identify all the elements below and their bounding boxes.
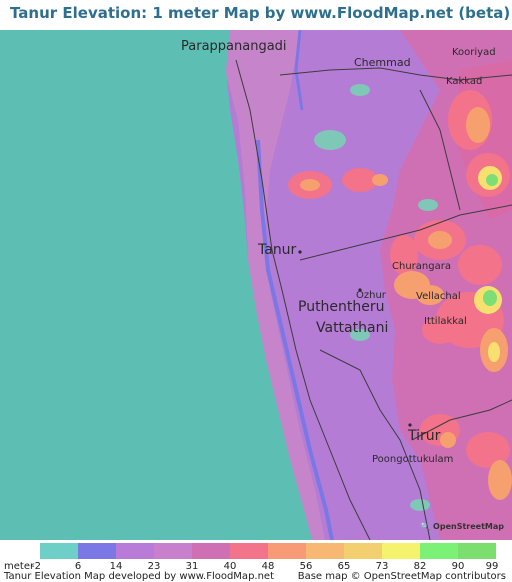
place-label-chemmad: Chemmad [354, 56, 411, 69]
basemap-attribution[interactable]: Base map © OpenStreetMap contributors [298, 571, 506, 582]
elevation-legend: meter -2 6 14 23 31 40 48 56 65 73 82 90… [0, 540, 512, 582]
legend-swatch [40, 543, 78, 559]
legend-swatch [344, 543, 382, 559]
footer-credit: Tanur Elevation Map developed by www.Flo… [4, 571, 274, 582]
legend-swatch [154, 543, 192, 559]
higher-spot [466, 107, 490, 143]
place-label-vattathani: Vattathani [316, 320, 388, 336]
high-spot [458, 245, 502, 285]
place-label-kooriyad: Kooriyad [452, 47, 496, 58]
legend-swatch [382, 543, 420, 559]
wetland-patch [418, 199, 438, 211]
magnifier-icon: 🔍 [420, 522, 431, 531]
legend-swatch [268, 543, 306, 559]
legend-swatch [420, 543, 458, 559]
top-spot [486, 174, 498, 186]
peak-spot [488, 342, 500, 362]
legend-swatch [306, 543, 344, 559]
higher-spot [372, 174, 388, 186]
elevation-map[interactable]: Parappanangadi Chemmad Kooriyad Kakkad T… [0, 30, 512, 540]
higher-spot [300, 179, 320, 191]
legend-color-bar [40, 543, 496, 559]
legend-swatch [116, 543, 154, 559]
legend-swatch [458, 543, 496, 559]
place-marker [408, 423, 412, 427]
legend-swatch [230, 543, 268, 559]
place-label-churangara: Churangara [392, 261, 451, 272]
map-canvas: Parappanangadi Chemmad Kooriyad Kakkad T… [0, 30, 512, 540]
place-label-tirur: Tirur [407, 428, 441, 444]
place-marker [358, 288, 362, 292]
wetland-patch [350, 84, 370, 96]
openstreetmap-logo: 🔍 OpenStreetMap [420, 522, 504, 531]
place-label-puthentheru: Puthentheru [298, 299, 385, 315]
place-label-poongottukulam: Poongottukulam [372, 454, 453, 465]
legend-swatch [78, 543, 116, 559]
wetland-patch [410, 499, 430, 511]
title-bar: Tanur Elevation: 1 meter Map by www.Floo… [0, 0, 512, 30]
place-label-vellachal: Vellachal [416, 291, 461, 302]
higher-spot [428, 231, 452, 249]
higher-spot [488, 460, 512, 500]
page-title: Tanur Elevation: 1 meter Map by www.Floo… [10, 4, 511, 22]
higher-spot [440, 432, 456, 448]
legend-swatch [192, 543, 230, 559]
place-label-tanur: Tanur [257, 242, 297, 258]
place-label-ittilakkal: Ittilakkal [424, 316, 467, 327]
place-label-parappanangadi: Parappanangadi [181, 39, 287, 54]
place-marker [298, 250, 302, 254]
top-spot [483, 290, 497, 306]
logo-text: OpenStreetMap [433, 522, 504, 531]
place-label-kakkad: Kakkad [446, 76, 482, 87]
wetland-patch [314, 130, 346, 150]
